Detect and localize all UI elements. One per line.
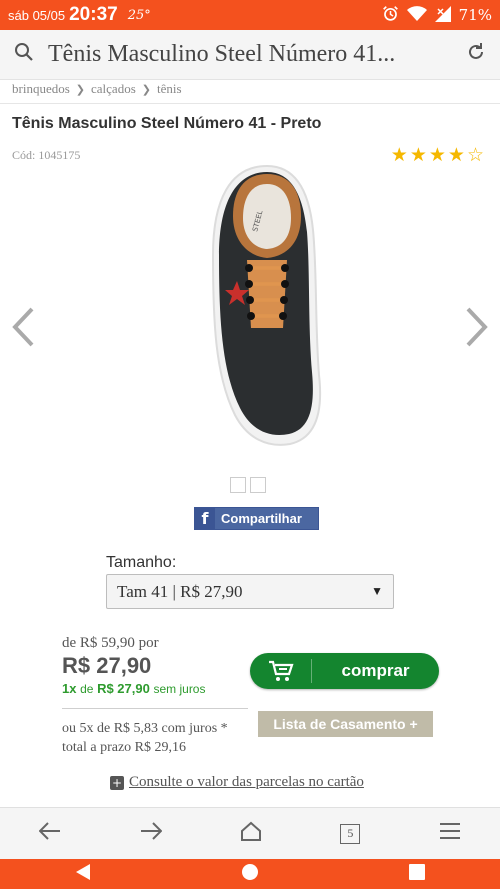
product-code: Cód: 1045175	[12, 148, 81, 162]
battery-level: 71%	[458, 6, 492, 24]
current-price: R$ 27,90	[62, 653, 152, 678]
dropdown-arrow-icon: ▼	[371, 584, 383, 598]
chevron-right-icon: ❯	[141, 83, 151, 96]
nav-recents-icon[interactable]	[408, 863, 426, 886]
chevron-left-icon[interactable]	[10, 306, 36, 353]
buy-button[interactable]: comprar	[250, 653, 439, 689]
star-icon: ★	[390, 145, 408, 166]
consult-label: Consulte o valor das parcelas no cartão	[129, 774, 364, 790]
page-title-field[interactable]: Tênis Masculino Steel Número 41...	[48, 41, 466, 68]
old-price: de R$ 59,90 por	[62, 635, 159, 651]
status-time: 20:37	[69, 4, 118, 25]
facebook-share-button[interactable]: f Compartilhar	[194, 507, 319, 530]
installments-total: total a prazo R$ 29,16	[62, 740, 187, 755]
divider	[62, 708, 248, 709]
divider	[0, 103, 500, 104]
tabs-button[interactable]: 5	[340, 823, 361, 844]
home-icon[interactable]	[240, 821, 262, 846]
wifi-icon	[406, 5, 427, 25]
installment-suffix: sem juros	[153, 682, 206, 696]
nav-back-icon[interactable]	[74, 863, 92, 886]
installment-count: 1x	[62, 681, 77, 696]
installment-de: de	[80, 682, 94, 696]
breadcrumb-item[interactable]: tênis	[157, 81, 182, 97]
plus-icon: +	[110, 775, 124, 790]
image-pagination	[230, 477, 266, 493]
installment-info: 1x de R$ 27,90 sem juros	[62, 681, 205, 696]
status-date: sáb 05/05	[8, 7, 66, 23]
cart-icon	[250, 659, 312, 683]
menu-icon[interactable]	[439, 822, 461, 845]
status-bar: sáb 05/05 20:37 25° 71%	[0, 0, 500, 30]
star-icon: ★	[447, 145, 465, 166]
star-icon: ★	[428, 145, 446, 166]
search-icon[interactable]	[14, 42, 34, 67]
forward-arrow-icon[interactable]	[140, 822, 162, 845]
back-arrow-icon[interactable]	[38, 822, 61, 845]
star-half-icon: ☆	[466, 145, 484, 166]
share-label: Compartilhar	[221, 511, 302, 526]
chevron-right-icon[interactable]	[464, 306, 490, 353]
consult-installments-link[interactable]: + Consulte o valor das parcelas no cartã…	[110, 774, 364, 791]
url-bar[interactable]: Tênis Masculino Steel Número 41...	[0, 30, 500, 80]
product-image[interactable]: STEEL	[195, 160, 340, 460]
image-thumb[interactable]	[250, 477, 266, 493]
image-thumb[interactable]	[230, 477, 246, 493]
buy-label: comprar	[341, 661, 410, 680]
browser-toolbar: 5	[0, 807, 500, 859]
system-nav-bar	[0, 859, 500, 889]
status-temperature: 25°	[127, 7, 151, 23]
wedding-registry-button[interactable]: Lista de Casamento +	[258, 711, 433, 737]
signal-icon	[434, 5, 451, 25]
reload-icon[interactable]	[466, 42, 486, 67]
alarm-icon	[382, 5, 399, 25]
size-select[interactable]: Tam 41 | R$ 27,90 ▼	[106, 574, 394, 609]
star-icon: ★	[409, 145, 427, 166]
chevron-right-icon: ❯	[75, 83, 85, 96]
breadcrumb-item[interactable]: calçados	[91, 81, 136, 97]
breadcrumb-item[interactable]: brinquedos	[12, 81, 70, 97]
installments-line: ou 5x de R$ 5,83 com juros *	[62, 721, 228, 736]
nav-home-icon[interactable]	[241, 863, 259, 886]
facebook-icon: f	[195, 508, 215, 529]
breadcrumb: brinquedos ❯ calçados ❯ tênis	[12, 79, 182, 99]
rating-stars: ★ ★ ★ ★ ☆	[391, 144, 484, 167]
installment-value: R$ 27,90	[97, 681, 150, 696]
product-title: Tênis Masculino Steel Número 41 - Preto	[12, 115, 322, 132]
size-select-value: Tam 41 | R$ 27,90	[117, 581, 243, 601]
size-label: Tamanho:	[106, 554, 177, 571]
installments-info: ou 5x de R$ 5,83 com juros * total a pra…	[62, 719, 228, 757]
